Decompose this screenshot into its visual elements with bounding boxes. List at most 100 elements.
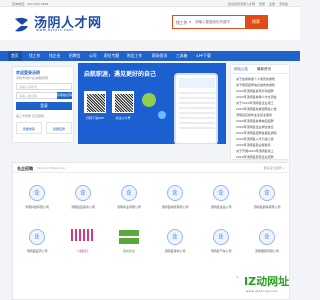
company-card[interactable]: 企 汤阴商业有限公司 [109, 181, 149, 215]
company-logo-icon: 企 [121, 185, 137, 201]
welcome-text: 欢迎来到汤阴人才网 [228, 2, 256, 6]
company-card[interactable]: 企 汤阴县物流有限公司 [155, 181, 195, 215]
company-name: 汤阴县汽车公司 [210, 249, 232, 253]
register-link[interactable]: 注册 [269, 2, 275, 6]
company-card[interactable]: 企 汤阴服装有限公司 [247, 225, 287, 259]
nav-item-news[interactable]: 职场资讯 [152, 53, 167, 59]
ad-strip [12, 144, 226, 160]
search-bar: 找工作 ▼ 搜索 [172, 15, 268, 29]
nav-item-topics[interactable]: 职位专题 [104, 53, 119, 59]
company-name: 汤阴服装有限公司 [254, 249, 279, 253]
mobile-link[interactable]: 手机版 [279, 2, 288, 6]
company-card[interactable]: 企 汤阴县自来水公司 [63, 181, 103, 215]
news-item[interactable]: 关于启用新版个人简历的通知 [234, 77, 289, 81]
login-link[interactable]: 登录 [259, 2, 265, 6]
login-panel: 欢迎登录汤阴 手机号/用户名/邮箱登录 请输入手机号 请输入验证码 获取验证码 … [12, 66, 74, 143]
company-name: 川越鞋子 [76, 249, 89, 253]
wechat-qr-code [112, 91, 134, 113]
company-card[interactable]: 企 汤阴县医药公司 [17, 225, 57, 259]
nav-item-jobs[interactable]: 找工作 [29, 53, 40, 59]
company-name: 森成快递 [122, 249, 135, 253]
company-logo-icon: 企 [75, 185, 91, 201]
hero-banner[interactable]: 启航职涯，遇见更好的自己 扫码下载APP 关注公众号 [78, 63, 226, 144]
news-item[interactable]: 2024年汤阴县招聘会报名通知 [234, 131, 289, 135]
more-link[interactable]: 更多名企招聘 > [264, 166, 285, 170]
qr-label-wechat: 关注公众号 [115, 116, 131, 120]
top-links: 欢迎来到汤阴人才网 登录 注册 手机版 [225, 2, 288, 6]
section-header: 名企招聘 Famous Enterprise 更多名企招聘 > [13, 163, 289, 173]
watermark-text: IZ动网址 [244, 275, 290, 288]
company-logo-icon: 企 [259, 229, 275, 245]
company-name: 河南科技有限公司 [24, 205, 49, 209]
company-card[interactable]: 企 汤阴县钢铁有限公司 [247, 181, 287, 215]
section-title: 名企招聘 [17, 166, 33, 171]
company-card[interactable]: 企 汤阴县食品公司 [201, 181, 241, 215]
nav-item-home[interactable]: 首页 [8, 51, 22, 61]
phone-field[interactable]: 请输入手机号 [16, 83, 72, 90]
company-logo-icon: 企 [213, 229, 229, 245]
news-item[interactable]: 2024年汤阴县就业援助月 [234, 143, 289, 147]
watermark-url: www.aizdong.com [246, 289, 278, 293]
news-item[interactable]: 2024年汤阴县春季人才交流会 [234, 95, 289, 99]
company-card[interactable]: 企 汤阴县汽车公司 [201, 225, 241, 259]
company-name: 汤阴县物流有限公司 [161, 205, 189, 209]
news-tabs: 网站公告 最新资讯 [231, 65, 291, 74]
news-item[interactable]: 关于开展2024年汤阴县线上 [234, 149, 289, 153]
nav-item-companies[interactable]: 找企业 [49, 53, 60, 59]
recruiter-button[interactable]: 我要招聘 [46, 122, 72, 134]
news-item[interactable]: 2024年汤阴县人才引进公告 [234, 137, 289, 141]
company-name: 汤阴县食品公司 [210, 205, 232, 209]
banner-headline: 启航职涯，遇见更好的自己 [84, 71, 157, 78]
news-panel: 网站公告 最新资讯 关于启用新版个人简历的通知 关于规范招聘信息发布的通知 20… [230, 64, 291, 160]
company-card[interactable]: 企 河南科技有限公司 [17, 181, 57, 215]
news-item[interactable]: 2024年汤阴县春风行动招聘 [234, 89, 289, 93]
login-subtitle: 手机号/用户名/邮箱登录 [16, 76, 49, 80]
tab-announcements[interactable]: 网站公告 [234, 67, 248, 72]
company-logo-icon: 企 [29, 229, 45, 245]
search-input[interactable] [195, 18, 243, 26]
news-item[interactable]: 关于2024年汤阴县企业用工 [234, 101, 289, 105]
company-name: 汤阴县自来水公司 [70, 205, 95, 209]
nav-item-nearby[interactable]: 附近工作 [127, 53, 142, 59]
news-item[interactable]: 2024年汤阴县企业岗位信息 [234, 125, 289, 129]
section-subtitle: Famous Enterprise [37, 166, 65, 170]
company-logo-icon: 企 [259, 185, 275, 201]
company-card[interactable]: 企 汤阴县建材公司 [155, 225, 195, 259]
nav-item-company[interactable]: 公司 [89, 53, 97, 59]
company-name: 汤阴县建材公司 [164, 249, 186, 253]
login-extra-links[interactable]: 第三方登录 忘记密码 [16, 114, 44, 118]
logo-domain: www.aytyrc.com [36, 28, 74, 32]
chevron-down-icon[interactable]: ▼ [189, 20, 191, 24]
tab-latest-news[interactable]: 最新资讯 [257, 67, 271, 72]
search-button[interactable]: 搜索 [245, 16, 267, 28]
chat-bubble-icon [142, 93, 156, 107]
nav-item-app[interactable]: APP下载 [196, 53, 211, 59]
qr-label-app: 扫码下载APP [86, 116, 104, 120]
news-item[interactable]: 2024年汤阴县秋季招聘会公告 [234, 107, 289, 111]
get-code-button[interactable]: 获取验证码 [57, 92, 72, 99]
company-name: 汤阴商业有限公司 [116, 205, 141, 209]
news-item[interactable]: 2024年汤阴县民营企业招聘 [234, 155, 289, 159]
header: 汤阴人才网 www.aytyrc.com 找工作 ▼ 搜索 [0, 7, 300, 40]
express-brand-logo-icon [115, 227, 143, 247]
company-logo-icon: 企 [213, 185, 229, 201]
login-button[interactable]: 登录 [16, 102, 72, 110]
company-name: 汤阴县钢铁有限公司 [253, 205, 281, 209]
job-seeker-button[interactable]: 我要求职 [16, 122, 42, 134]
hotline-text: 咨询电话：400-630-1888 [12, 2, 49, 6]
company-logo-icon: 企 [29, 185, 45, 201]
shoe-brand-logo-icon [71, 229, 93, 241]
news-item[interactable]: 关于规范招聘信息发布的通知 [234, 83, 289, 87]
news-item[interactable]: 汤阴县高校毕业生就业服务 [234, 113, 289, 117]
chat-bubble-icon [158, 111, 166, 119]
company-card[interactable]: 川越鞋子 [63, 225, 103, 259]
search-type-select[interactable]: 找工作 [176, 20, 187, 26]
company-card[interactable]: 森成快递 [109, 225, 149, 259]
phone-mockup [174, 73, 218, 144]
logo-icon[interactable] [12, 15, 32, 35]
nav-item-tools[interactable]: 工具箱 [176, 53, 187, 59]
nav-item-job-fair[interactable]: 招聘会 [69, 53, 80, 59]
watermark-cloud-text: Ai [236, 275, 239, 279]
news-item[interactable]: 2024年汤阴县春季校园招聘 [234, 119, 289, 123]
app-qr-code [84, 91, 106, 113]
